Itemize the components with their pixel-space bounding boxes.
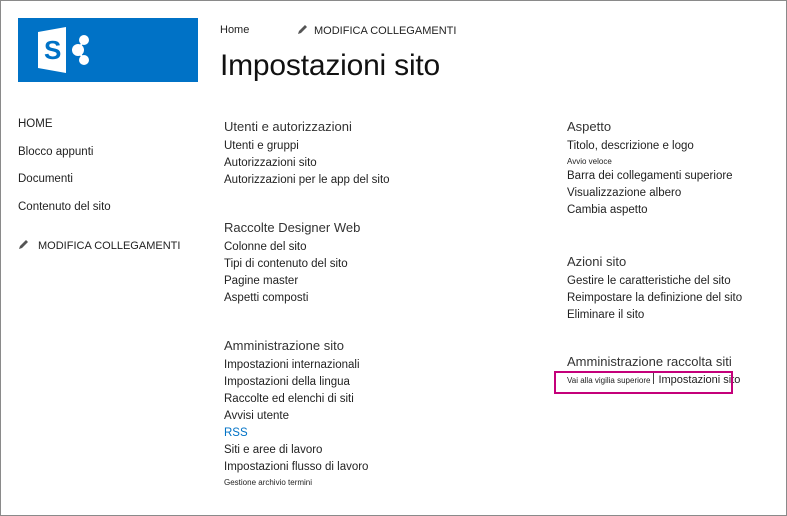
group-look-feel: Aspetto Titolo, descrizione e logo Avvio… <box>567 119 733 219</box>
link-libraries-lists[interactable]: Raccolte ed elenchi di siti <box>224 391 368 408</box>
group-title: Amministrazione raccolta siti <box>567 354 732 369</box>
link-rss[interactable]: RSS <box>224 425 368 442</box>
link-delete-site[interactable]: Eliminare il sito <box>567 307 742 324</box>
pencil-icon <box>298 25 307 34</box>
link-top-link-bar[interactable]: Barra dei collegamenti superiore <box>567 168 733 185</box>
link-content-types[interactable]: Tipi di contenuto del sito <box>224 256 360 273</box>
link-composed-looks[interactable]: Aspetti composti <box>224 290 360 307</box>
link-quick-launch[interactable]: Avvio veloce <box>567 155 733 168</box>
link-site-permissions[interactable]: Autorizzazioni sito <box>224 155 390 172</box>
leftnav-item-home[interactable]: HOME <box>18 118 53 130</box>
highlight-box <box>554 371 733 394</box>
edit-links-top[interactable]: MODIFICA COLLEGAMENTI <box>297 24 456 37</box>
link-users-groups[interactable]: Utenti e gruppi <box>224 138 390 155</box>
sharepoint-logo[interactable]: S <box>18 18 198 82</box>
page-title: Impostazioni sito <box>220 49 441 82</box>
link-workflow-settings[interactable]: Impostazioni flusso di lavoro <box>224 459 368 476</box>
group-site-admin: Amministrazione sito Impostazioni intern… <box>224 338 368 489</box>
link-sites-workspaces[interactable]: Siti e aree di lavoro <box>224 442 368 459</box>
sharepoint-logo-icon: S <box>38 27 89 73</box>
link-language-settings[interactable]: Impostazioni della lingua <box>224 374 368 391</box>
pencil-icon <box>19 240 28 249</box>
group-title: Aspetto <box>567 119 612 134</box>
link-reset-definition[interactable]: Reimpostare la definizione del sito <box>567 290 742 307</box>
link-user-alerts[interactable]: Avvisi utente <box>224 408 368 425</box>
leftnav-item-site-contents[interactable]: Contenuto del sito <box>18 201 111 213</box>
edit-links-label: MODIFICA COLLEGAMENTI <box>314 25 457 37</box>
leftnav-item-notebook[interactable]: Blocco appunti <box>18 146 93 158</box>
link-tree-view[interactable]: Visualizzazione albero <box>567 185 733 202</box>
link-regional-settings[interactable]: Impostazioni internazionali <box>224 357 368 374</box>
link-term-store[interactable]: Gestione archivio termini <box>224 476 368 489</box>
svg-text:S: S <box>44 35 61 65</box>
leftnav-item-documents[interactable]: Documenti <box>18 173 73 185</box>
link-site-columns[interactable]: Colonne del sito <box>224 239 360 256</box>
edit-links-label: MODIFICA COLLEGAMENTI <box>38 240 181 252</box>
home-link[interactable]: Home <box>220 24 249 36</box>
link-change-look[interactable]: Cambia aspetto <box>567 202 733 219</box>
link-title-description-logo[interactable]: Titolo, descrizione e logo <box>567 138 733 155</box>
group-web-designer: Raccolte Designer Web Colonne del sito T… <box>224 220 360 307</box>
link-manage-features[interactable]: Gestire le caratteristiche del sito <box>567 273 742 290</box>
link-app-permissions[interactable]: Autorizzazioni per le app del sito <box>224 172 390 189</box>
link-master-pages[interactable]: Pagine master <box>224 273 360 290</box>
group-title: Amministrazione sito <box>224 338 344 353</box>
group-users-permissions: Utenti e autorizzazioni Utenti e gruppi … <box>224 119 390 189</box>
group-title: Utenti e autorizzazioni <box>224 119 352 134</box>
edit-links-left[interactable]: MODIFICA COLLEGAMENTI <box>18 239 180 252</box>
group-title: Azioni sito <box>567 254 627 269</box>
group-site-actions: Azioni sito Gestire le caratteristiche d… <box>567 254 742 324</box>
group-title: Raccolte Designer Web <box>224 220 361 235</box>
